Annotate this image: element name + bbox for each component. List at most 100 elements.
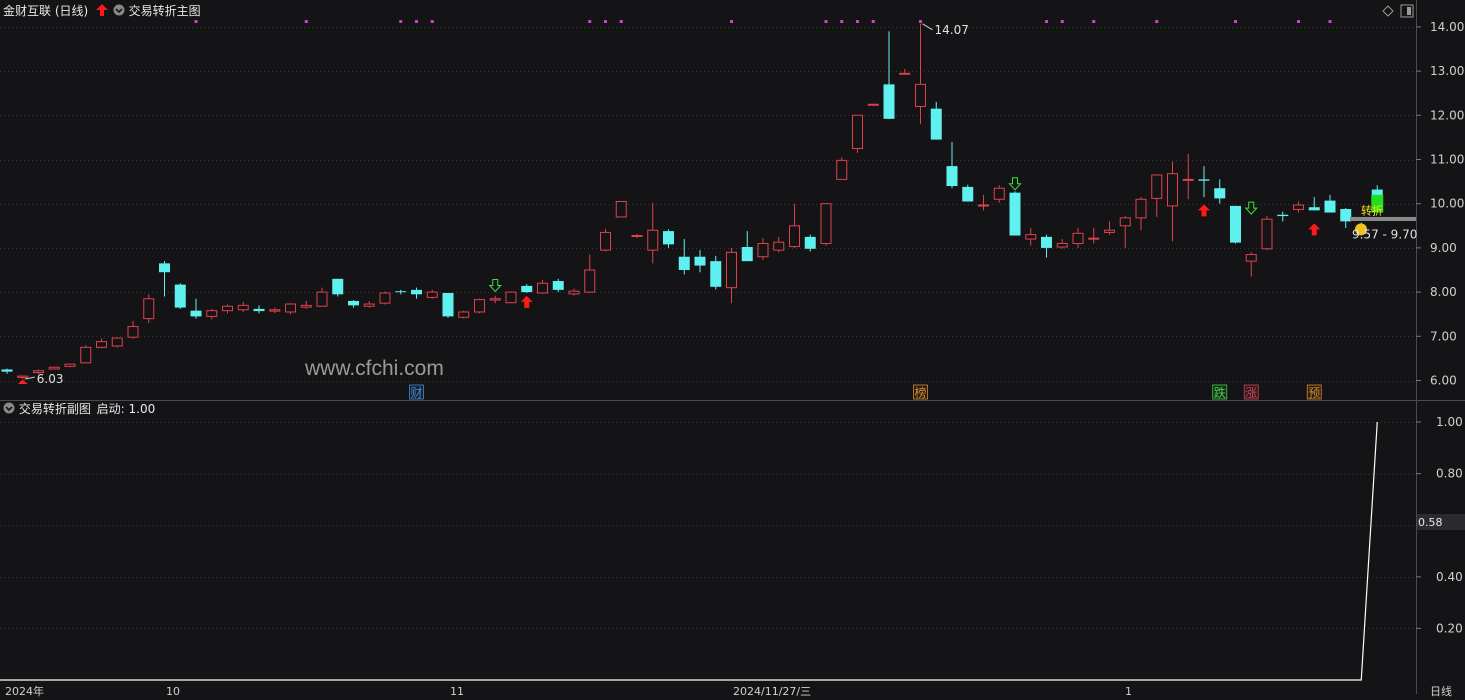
candle xyxy=(64,363,76,368)
price-tick-label: 12.00 xyxy=(1430,108,1464,122)
candle xyxy=(474,298,485,314)
candle-body xyxy=(253,308,265,312)
signal-dot xyxy=(856,20,859,23)
candle-body xyxy=(1277,214,1289,217)
candle-body xyxy=(867,103,879,106)
candle-body xyxy=(1308,207,1320,211)
candle-body xyxy=(96,341,107,348)
candle-body xyxy=(1261,218,1273,250)
candle-body xyxy=(17,375,29,378)
candle-body xyxy=(899,72,911,75)
candle-body xyxy=(285,303,296,313)
candle-body xyxy=(237,304,249,311)
candle-body xyxy=(190,310,202,317)
candle-body xyxy=(363,303,375,307)
red-up-arrow-icon xyxy=(96,4,109,16)
diamond-icon[interactable] xyxy=(1382,5,1394,17)
candle xyxy=(505,291,517,304)
candle-body xyxy=(1230,205,1241,243)
candle-body xyxy=(505,291,517,304)
candle-body xyxy=(127,326,139,338)
candle-body xyxy=(206,310,218,317)
candle-body xyxy=(300,304,312,308)
signal-dot xyxy=(415,20,418,23)
candle-body xyxy=(143,298,155,320)
signal-dot xyxy=(1060,20,1064,23)
candle-body xyxy=(694,256,706,266)
period-label[interactable]: 日线 xyxy=(1430,684,1452,700)
date-label-year: 2024年 xyxy=(5,685,44,698)
chart-canvas: 14.00 13.00 12.00 11.00 10.00 9.00 8.00 7.00 6.0… xyxy=(0,0,1465,694)
collapse-icon[interactable] xyxy=(3,402,15,414)
candle-body xyxy=(1119,217,1131,227)
candle-body xyxy=(930,108,942,140)
candle-body xyxy=(458,311,470,318)
candle xyxy=(442,292,454,318)
stock-title[interactable]: 金财互联 (日线) xyxy=(3,4,88,18)
panel-toggle-icon[interactable] xyxy=(1400,4,1414,18)
signal-dot xyxy=(604,20,607,23)
candle-body xyxy=(80,346,92,364)
candle-body xyxy=(852,114,863,149)
candle xyxy=(615,200,627,218)
main-indicator-name[interactable]: 交易转折主图 xyxy=(129,4,201,18)
candle-body xyxy=(1009,192,1021,236)
candle-body xyxy=(474,299,485,313)
candle-body xyxy=(836,159,848,180)
candle-body xyxy=(316,291,328,307)
signal-dot xyxy=(399,20,403,23)
candle xyxy=(962,184,974,202)
price-tick-label: 9.00 xyxy=(1430,241,1457,255)
candle xyxy=(143,294,155,324)
date-label-nov: 11 xyxy=(450,685,464,698)
candle-body xyxy=(993,187,1005,200)
candle-body xyxy=(395,291,407,293)
candle xyxy=(852,114,863,153)
candle-body xyxy=(1293,204,1304,210)
signal-dot xyxy=(1045,20,1048,23)
candle-body xyxy=(1182,178,1194,181)
candle-body xyxy=(710,261,722,287)
candle xyxy=(836,157,848,180)
candle-body xyxy=(600,231,611,251)
signal-dot xyxy=(1328,20,1332,23)
candle-body xyxy=(584,269,596,293)
candle-body xyxy=(789,225,800,248)
candle-body xyxy=(379,292,391,304)
candle xyxy=(174,283,186,309)
signal-dot xyxy=(588,20,592,23)
collapse-icon[interactable] xyxy=(113,4,125,16)
date-label-cursor: 2024/11/27/三 xyxy=(733,685,812,698)
sub-tick-label: 1.00 xyxy=(1436,415,1463,429)
candle-body xyxy=(1,369,13,372)
candle-body xyxy=(1088,237,1100,240)
high-label: 14.07 xyxy=(935,23,969,37)
price-tick-label: 13.00 xyxy=(1430,64,1464,78)
candle-body xyxy=(1167,173,1178,207)
candle-body xyxy=(222,305,233,312)
candle-body xyxy=(1214,188,1226,199)
candle xyxy=(332,278,344,297)
candle-body xyxy=(64,363,76,367)
sub-indicator-name[interactable]: 交易转折副图 xyxy=(19,402,91,416)
current-value-label: 0.58 xyxy=(1418,516,1443,529)
event-marker: 涨 xyxy=(1245,385,1257,400)
candle-body xyxy=(568,290,580,295)
signal-dot xyxy=(194,20,198,23)
candle xyxy=(80,345,92,364)
candle-body xyxy=(978,204,989,207)
event-marker: 预 xyxy=(1308,386,1320,400)
event-marker: 榜 xyxy=(915,385,927,400)
sub-tick-label: 0.20 xyxy=(1436,621,1463,635)
sub-tick-label: 0.80 xyxy=(1436,467,1463,481)
date-label-jan: 1 xyxy=(1125,685,1132,698)
candle xyxy=(379,291,391,305)
signal-dot xyxy=(840,20,844,23)
candle xyxy=(458,310,470,319)
signal-dot xyxy=(1092,20,1096,23)
candle-body xyxy=(521,285,533,293)
candle-body xyxy=(647,229,659,251)
candle-body xyxy=(804,236,816,249)
candle-body xyxy=(678,256,690,270)
candle-body xyxy=(1104,229,1115,233)
